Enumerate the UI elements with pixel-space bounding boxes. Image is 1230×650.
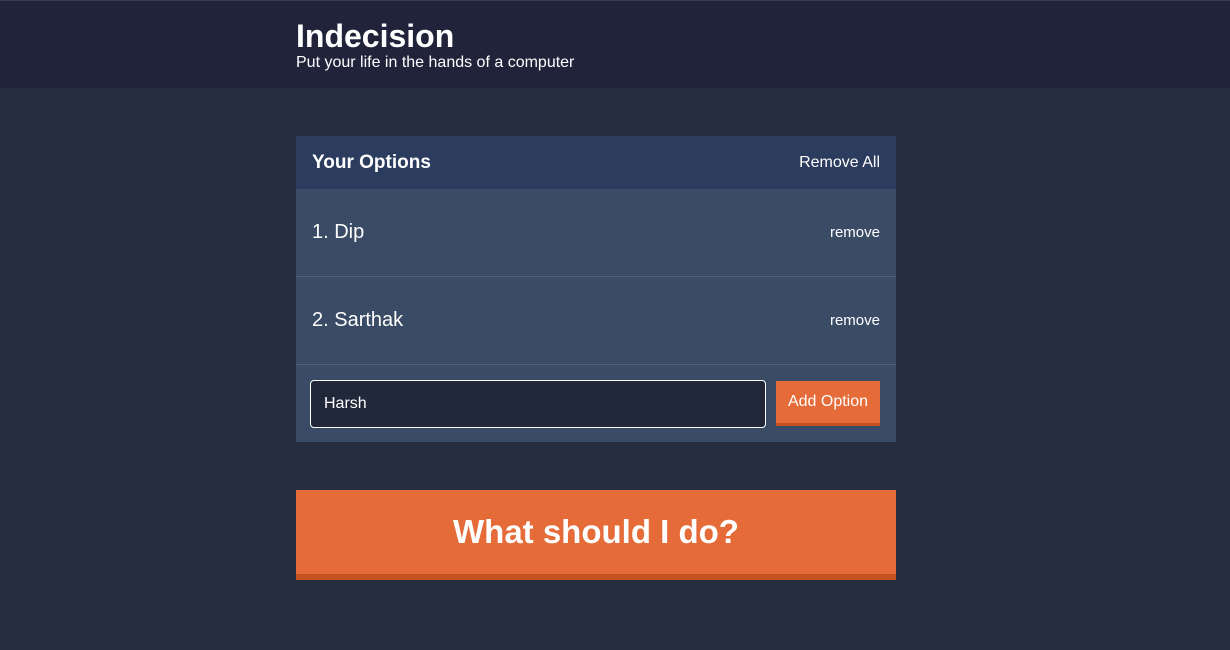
what-should-i-do-button[interactable]: What should I do? [296,490,896,580]
option-text: 2. Sarthak [312,309,404,331]
options-panel: Your Options Remove All 1. Dip remove 2.… [296,136,896,442]
header-content: Indecision Put your life in the hands of… [296,19,574,72]
remove-option-button[interactable]: remove [830,312,880,329]
add-option-form: Add Option [296,365,896,442]
option-text: 1. Dip [312,221,365,243]
option-item: 2. Sarthak remove [296,277,896,365]
option-item: 1. Dip remove [296,189,896,277]
app-subtitle: Put your life in the hands of a computer [296,54,575,71]
app-title: Indecision [296,18,455,54]
remove-all-button[interactable]: Remove All [799,154,880,172]
options-panel-title: Your Options [312,151,431,173]
add-option-button[interactable]: Add Option [776,381,880,426]
app-header: Indecision Put your life in the hands of… [0,0,1230,88]
remove-option-button[interactable]: remove [830,224,880,241]
options-panel-header: Your Options Remove All [296,136,896,189]
option-input[interactable] [310,379,766,428]
